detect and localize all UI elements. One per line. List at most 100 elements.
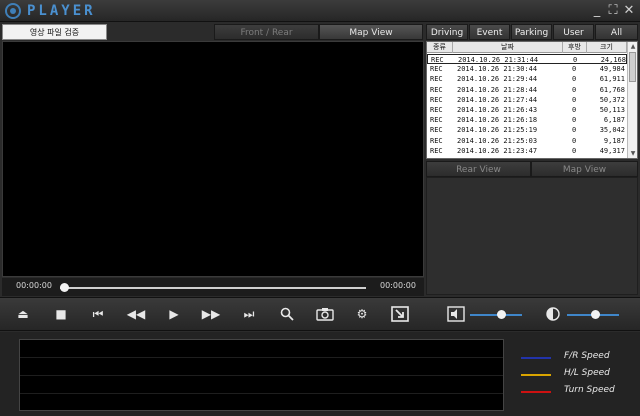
cell-rear: 0 — [572, 75, 577, 84]
table-row[interactable]: REC 2014.10.26 21:27:44 0 50,372 — [427, 95, 627, 105]
cell-rear: 0 — [572, 106, 577, 114]
legend-hl-speed: H/L Speed — [564, 368, 610, 378]
fast-forward-icon[interactable]: ▶▶ — [201, 305, 221, 323]
tab-front-rear[interactable]: Front / Rear — [214, 24, 319, 40]
table-row[interactable]: REC 2014.10.26 21:26:18 0 6,187 — [427, 115, 627, 125]
cell-date: 2014.10.26 21:26:43 — [457, 106, 538, 114]
list-header: 종류 날짜 후방 크기 — [427, 42, 627, 53]
grid-line — [20, 393, 503, 394]
legend-hl-speed-swatch — [521, 374, 551, 376]
total-time: 00:00:00 — [380, 281, 416, 290]
camera-icon[interactable] — [315, 305, 335, 323]
cell-size: 6,187 — [603, 116, 625, 125]
cell-type: REC — [430, 136, 443, 145]
cell-rear: 0 — [572, 65, 577, 74]
verify-file-button[interactable]: 영상 파일 검증 — [2, 24, 107, 40]
table-row[interactable]: REC 2014.10.26 21:26:43 0 50,113 — [427, 105, 627, 115]
header-rear[interactable]: 후방 — [563, 42, 587, 53]
cell-size: 50,113 — [599, 106, 625, 114]
legend-turn-speed-swatch — [521, 391, 551, 393]
cell-size: 9,187 — [603, 136, 625, 145]
cell-size: 49,984 — [599, 65, 625, 74]
header-size[interactable]: 크기 — [587, 42, 627, 53]
cell-date: 2014.10.26 21:23:47 — [457, 146, 538, 155]
table-row[interactable]: REC 2014.10.26 21:30:44 0 49,984 — [427, 64, 627, 74]
cell-size: 50,372 — [599, 95, 625, 104]
cell-rear: 0 — [572, 136, 577, 145]
cell-rear: 0 — [572, 95, 577, 104]
secondary-view-pane — [426, 177, 638, 295]
cell-type: REC — [430, 95, 443, 104]
tab-map-view-right[interactable]: Map View — [531, 161, 638, 177]
cell-size: 49,317 — [599, 146, 625, 155]
table-row[interactable]: REC 2014.10.26 21:23:47 0 49,317 — [427, 146, 627, 156]
cell-rear: 0 — [572, 85, 577, 94]
cell-date: 2014.10.26 21:25:19 — [457, 126, 538, 135]
tab-parking[interactable]: Parking — [511, 24, 552, 40]
cell-date: 2014.10.26 21:25:03 — [457, 136, 538, 145]
cell-type: REC — [430, 85, 443, 94]
minimize-button[interactable]: _ — [589, 3, 605, 19]
volume-icon[interactable] — [446, 305, 466, 323]
gear-icon[interactable]: ⚙ — [352, 305, 372, 323]
header-date[interactable]: 날짜 — [453, 42, 563, 53]
skip-back-icon[interactable]: ⏮ — [88, 305, 108, 323]
cell-date: 2014.10.26 21:30:44 — [457, 65, 538, 74]
cell-size: 4,545 — [587, 156, 625, 158]
app-logo-icon — [5, 3, 21, 19]
scroll-down-icon[interactable]: ▼ — [628, 149, 637, 158]
table-row[interactable]: REC 2014.10.26 21:29:44 0 61,911 — [427, 74, 627, 84]
speed-graph — [19, 339, 504, 411]
search-icon[interactable] — [277, 305, 297, 323]
cell-rear: 0 — [572, 116, 577, 125]
tab-driving[interactable]: Driving — [426, 24, 468, 40]
cell-date: 2014.10.26 21:26:18 — [457, 116, 538, 125]
video-display[interactable] — [2, 41, 424, 277]
legend-turn-speed: Turn Speed — [564, 385, 615, 395]
seek-handle[interactable] — [60, 283, 69, 292]
header-type[interactable]: 종류 — [427, 42, 453, 53]
play-icon[interactable]: ▶ — [164, 305, 184, 323]
export-icon[interactable] — [390, 305, 410, 323]
tab-user[interactable]: User — [553, 24, 594, 40]
list-scrollbar[interactable]: ▲ ▼ — [627, 42, 637, 158]
table-row[interactable]: REC 2014.10.26 21:31:44 0 24,168 — [427, 54, 627, 65]
skip-forward-icon[interactable]: ⏭ — [239, 305, 259, 323]
cell-type: REC — [430, 65, 443, 74]
title-bar — [0, 0, 640, 22]
file-list[interactable]: 종류 날짜 후방 크기 REC 2014.10.26 21:31:44 0 24,16… — [426, 41, 638, 159]
cell-size: 61,911 — [599, 75, 625, 84]
cell-type: REC — [430, 106, 443, 114]
close-button[interactable]: ✕ — [621, 3, 637, 19]
brightness-icon[interactable] — [543, 305, 563, 323]
cell-rear: 0 — [572, 126, 577, 135]
legend-fr-speed-swatch — [521, 357, 551, 359]
cell-rear: 0 — [572, 146, 577, 155]
cell-date: 2014.10.26 21:29:44 — [457, 75, 538, 84]
scroll-thumb[interactable] — [629, 52, 636, 82]
volume-slider-handle[interactable] — [496, 310, 506, 319]
cell-type: REC — [430, 75, 443, 84]
table-row[interactable]: REC 2014.10.26 21:23:34 0 4,545 — [427, 156, 627, 158]
cell-size: 61,768 — [599, 85, 625, 94]
cell-date: 2014.10.26 21:27:44 — [457, 95, 538, 104]
cell-date: 2014.10.26 21:28:44 — [457, 85, 538, 94]
seek-bar[interactable] — [60, 287, 366, 289]
tab-event[interactable]: Event — [469, 24, 510, 40]
cell-type: REC — [430, 126, 443, 135]
grid-line — [20, 357, 503, 358]
cell-size: 35,042 — [599, 126, 625, 135]
rewind-icon[interactable]: ◀◀ — [126, 305, 146, 323]
tab-rear-view[interactable]: Rear View — [426, 161, 531, 177]
stop-icon[interactable]: ■ — [51, 305, 71, 323]
table-row[interactable]: REC 2014.10.26 21:25:03 0 9,187 — [427, 136, 627, 146]
tab-all[interactable]: All — [595, 24, 638, 40]
table-row[interactable]: REC 2014.10.26 21:25:19 0 35,042 — [427, 125, 627, 135]
maximize-button[interactable]: ⛶ — [605, 3, 621, 19]
scroll-up-icon[interactable]: ▲ — [628, 42, 637, 51]
current-time: 00:00:00 — [16, 281, 52, 290]
tab-map-view[interactable]: Map View — [319, 24, 423, 40]
table-row[interactable]: REC 2014.10.26 21:28:44 0 61,768 — [427, 85, 627, 95]
cell-type: REC — [430, 116, 443, 125]
eject-icon[interactable]: ⏏ — [13, 305, 33, 323]
